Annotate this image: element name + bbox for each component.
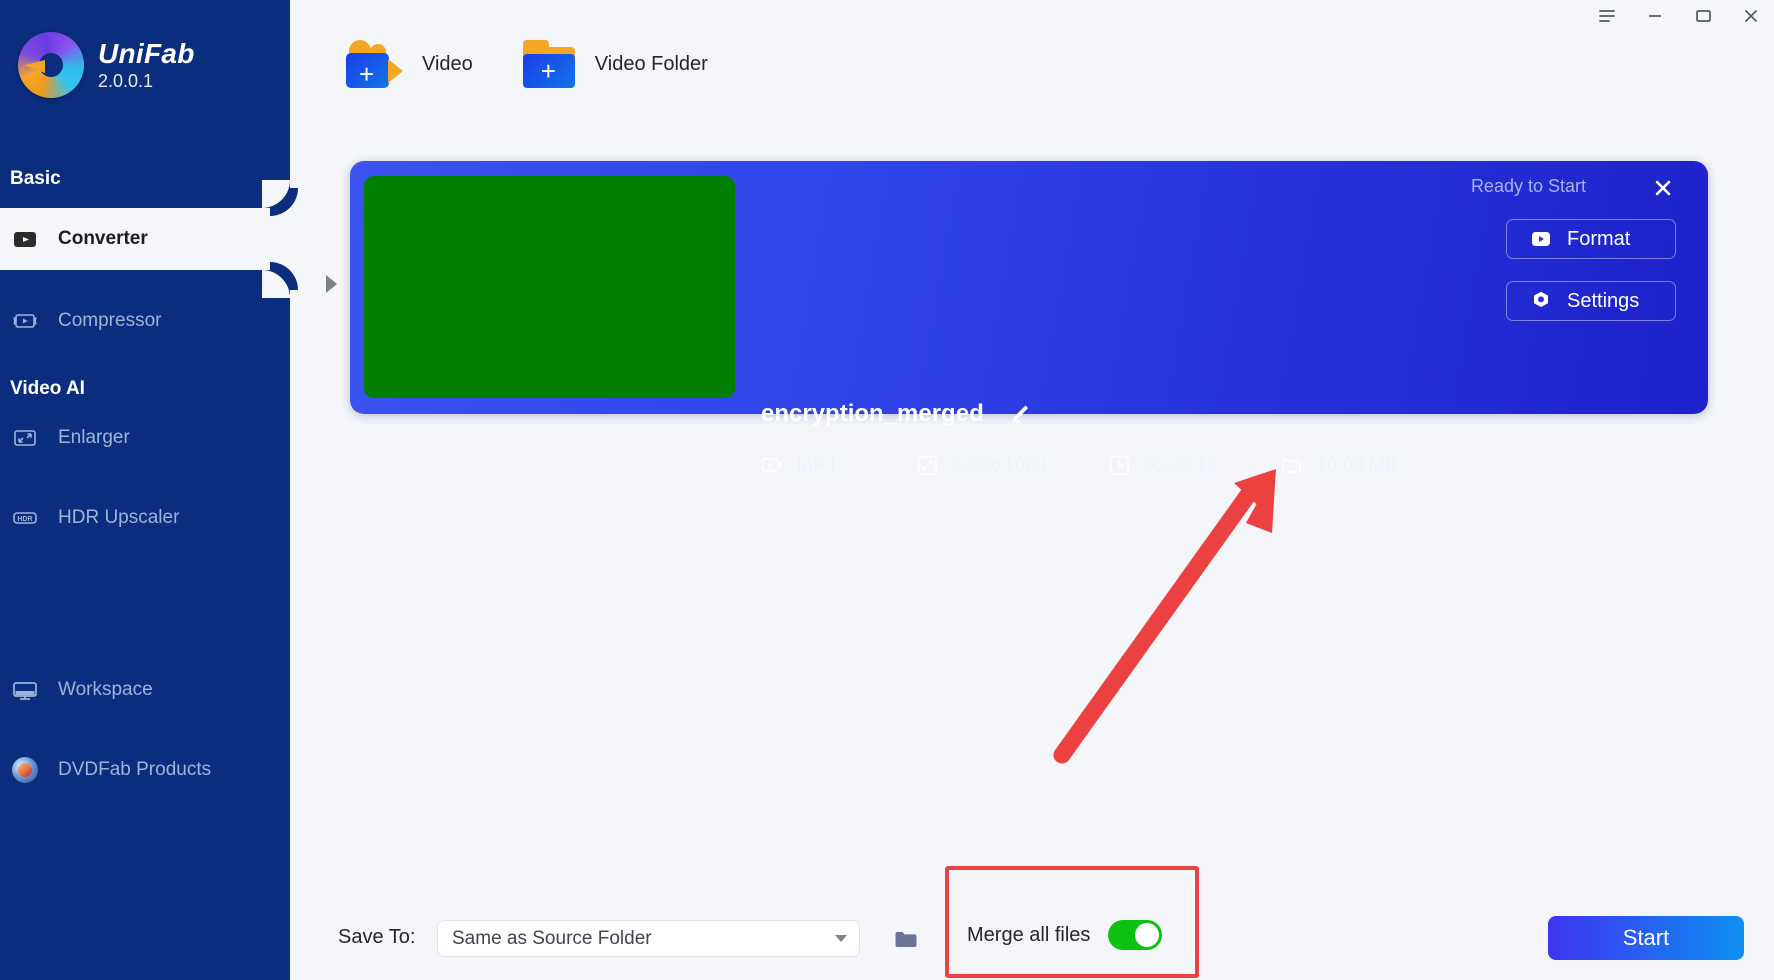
meta-duration-value: 00:00:12 [1144, 454, 1218, 476]
dvdfab-icon [12, 757, 38, 783]
meta-format-value: MP4 [797, 454, 837, 476]
maximize-icon[interactable] [1690, 3, 1716, 29]
add-video-folder-button[interactable]: + Video Folder [522, 40, 708, 88]
source-bar: + Video + Video Folder [290, 40, 708, 88]
gear-icon [1529, 289, 1553, 313]
sidebar-item-converter[interactable]: Converter [0, 180, 290, 298]
merge-all-files-toggle[interactable] [1108, 920, 1163, 950]
monitor-icon [12, 677, 38, 703]
sidebar-item-label: HDR Upscaler [58, 507, 180, 528]
sidebar-item-dvdfab-products[interactable]: DVDFab Products [0, 739, 290, 801]
sidebar-item-label: Converter [58, 228, 148, 249]
video-file-icon [761, 454, 784, 477]
meta-size-value: 10.00 MB [1316, 454, 1398, 476]
menu-icon[interactable] [1594, 3, 1620, 29]
format-button[interactable]: Format [1506, 219, 1676, 259]
settings-button[interactable]: Settings [1506, 281, 1676, 321]
sidebar-item-enlarger[interactable]: Enlarger [0, 407, 290, 469]
svg-text:HDR: HDR [17, 516, 32, 523]
merge-all-files-row: Merge all files [967, 920, 1163, 950]
meta-resolution: 1920x1080 [916, 454, 1108, 477]
add-video-label: Video [422, 52, 473, 75]
meta-size: 10.00 MB [1280, 454, 1397, 477]
expand-list-arrow-icon[interactable] [326, 275, 337, 293]
minimize-icon[interactable] [1642, 3, 1668, 29]
file-title: encryption_merged [761, 400, 984, 427]
add-video-folder-icon: + [522, 40, 577, 88]
play-box-icon [1529, 227, 1553, 251]
sidebar-item-hdr-upscaler[interactable]: HDR HDR Upscaler [0, 487, 290, 549]
metadata-row: MP4 1920x1080 00:00:12 10.00 MB [761, 454, 1397, 477]
browse-folder-button[interactable] [888, 920, 924, 957]
brand: UniFab 2.0.0.1 [18, 32, 195, 98]
app-window: UniFab 2.0.0.1 Basic Converter Compresso… [0, 0, 1774, 980]
add-video-icon: + [346, 40, 404, 88]
video-thumbnail[interactable] [364, 176, 735, 398]
save-to-value: Same as Source Folder [452, 927, 652, 949]
app-version: 2.0.0.1 [98, 71, 154, 91]
sidebar-item-compressor[interactable]: Compressor [0, 290, 290, 352]
add-video-folder-label: Video Folder [594, 52, 708, 75]
meta-format: MP4 [761, 454, 916, 477]
media-card: Ready to Start encryption_merged MP4 192… [350, 161, 1708, 476]
add-video-button[interactable]: + Video [346, 40, 473, 88]
sidebar-item-label: Compressor [58, 310, 162, 331]
enlarger-icon [12, 425, 38, 451]
card-title-row: encryption_merged [761, 401, 1032, 427]
meta-duration: 00:00:12 [1108, 454, 1280, 477]
annotation-arrow-icon [1053, 469, 1276, 764]
sidebar-group-basic: Basic [10, 168, 61, 189]
meta-resolution-value: 1920x1080 [952, 454, 1047, 476]
sidebar-group-video-ai: Video AI [10, 378, 85, 399]
save-to-label: Save To: [338, 926, 416, 948]
edit-title-pencil-icon[interactable] [1006, 401, 1032, 427]
converter-icon [12, 226, 38, 252]
compressor-icon [12, 308, 38, 334]
sidebar-item-label: Workspace [58, 679, 153, 700]
window-controls [1594, 0, 1764, 32]
sidebar-item-label: DVDFab Products [58, 759, 212, 780]
sidebar: UniFab 2.0.0.1 Basic Converter Compresso… [0, 0, 290, 980]
unifab-logo-icon [18, 32, 84, 98]
hdr-icon: HDR [12, 505, 38, 531]
settings-button-label: Settings [1567, 289, 1640, 312]
start-button-label: Start [1622, 925, 1670, 950]
sidebar-item-workspace[interactable]: Workspace [0, 659, 290, 721]
close-icon[interactable] [1738, 3, 1764, 29]
status-badge: Ready to Start [1470, 176, 1586, 196]
clock-icon [1108, 454, 1131, 477]
chevron-down-icon [835, 935, 847, 942]
start-button[interactable]: Start [1548, 916, 1744, 960]
merge-all-files-label: Merge all files [967, 923, 1091, 946]
resolution-icon [916, 454, 939, 477]
folder-icon [1280, 454, 1303, 477]
save-to-dropdown[interactable]: Same as Source Folder [437, 920, 860, 957]
brand-name: UniFab [98, 38, 195, 69]
format-button-label: Format [1567, 227, 1631, 250]
toggle-knob [1135, 923, 1160, 947]
sidebar-item-label: Enlarger [58, 427, 130, 448]
folder-open-icon [895, 931, 917, 947]
remove-item-close-icon[interactable] [1648, 173, 1678, 203]
